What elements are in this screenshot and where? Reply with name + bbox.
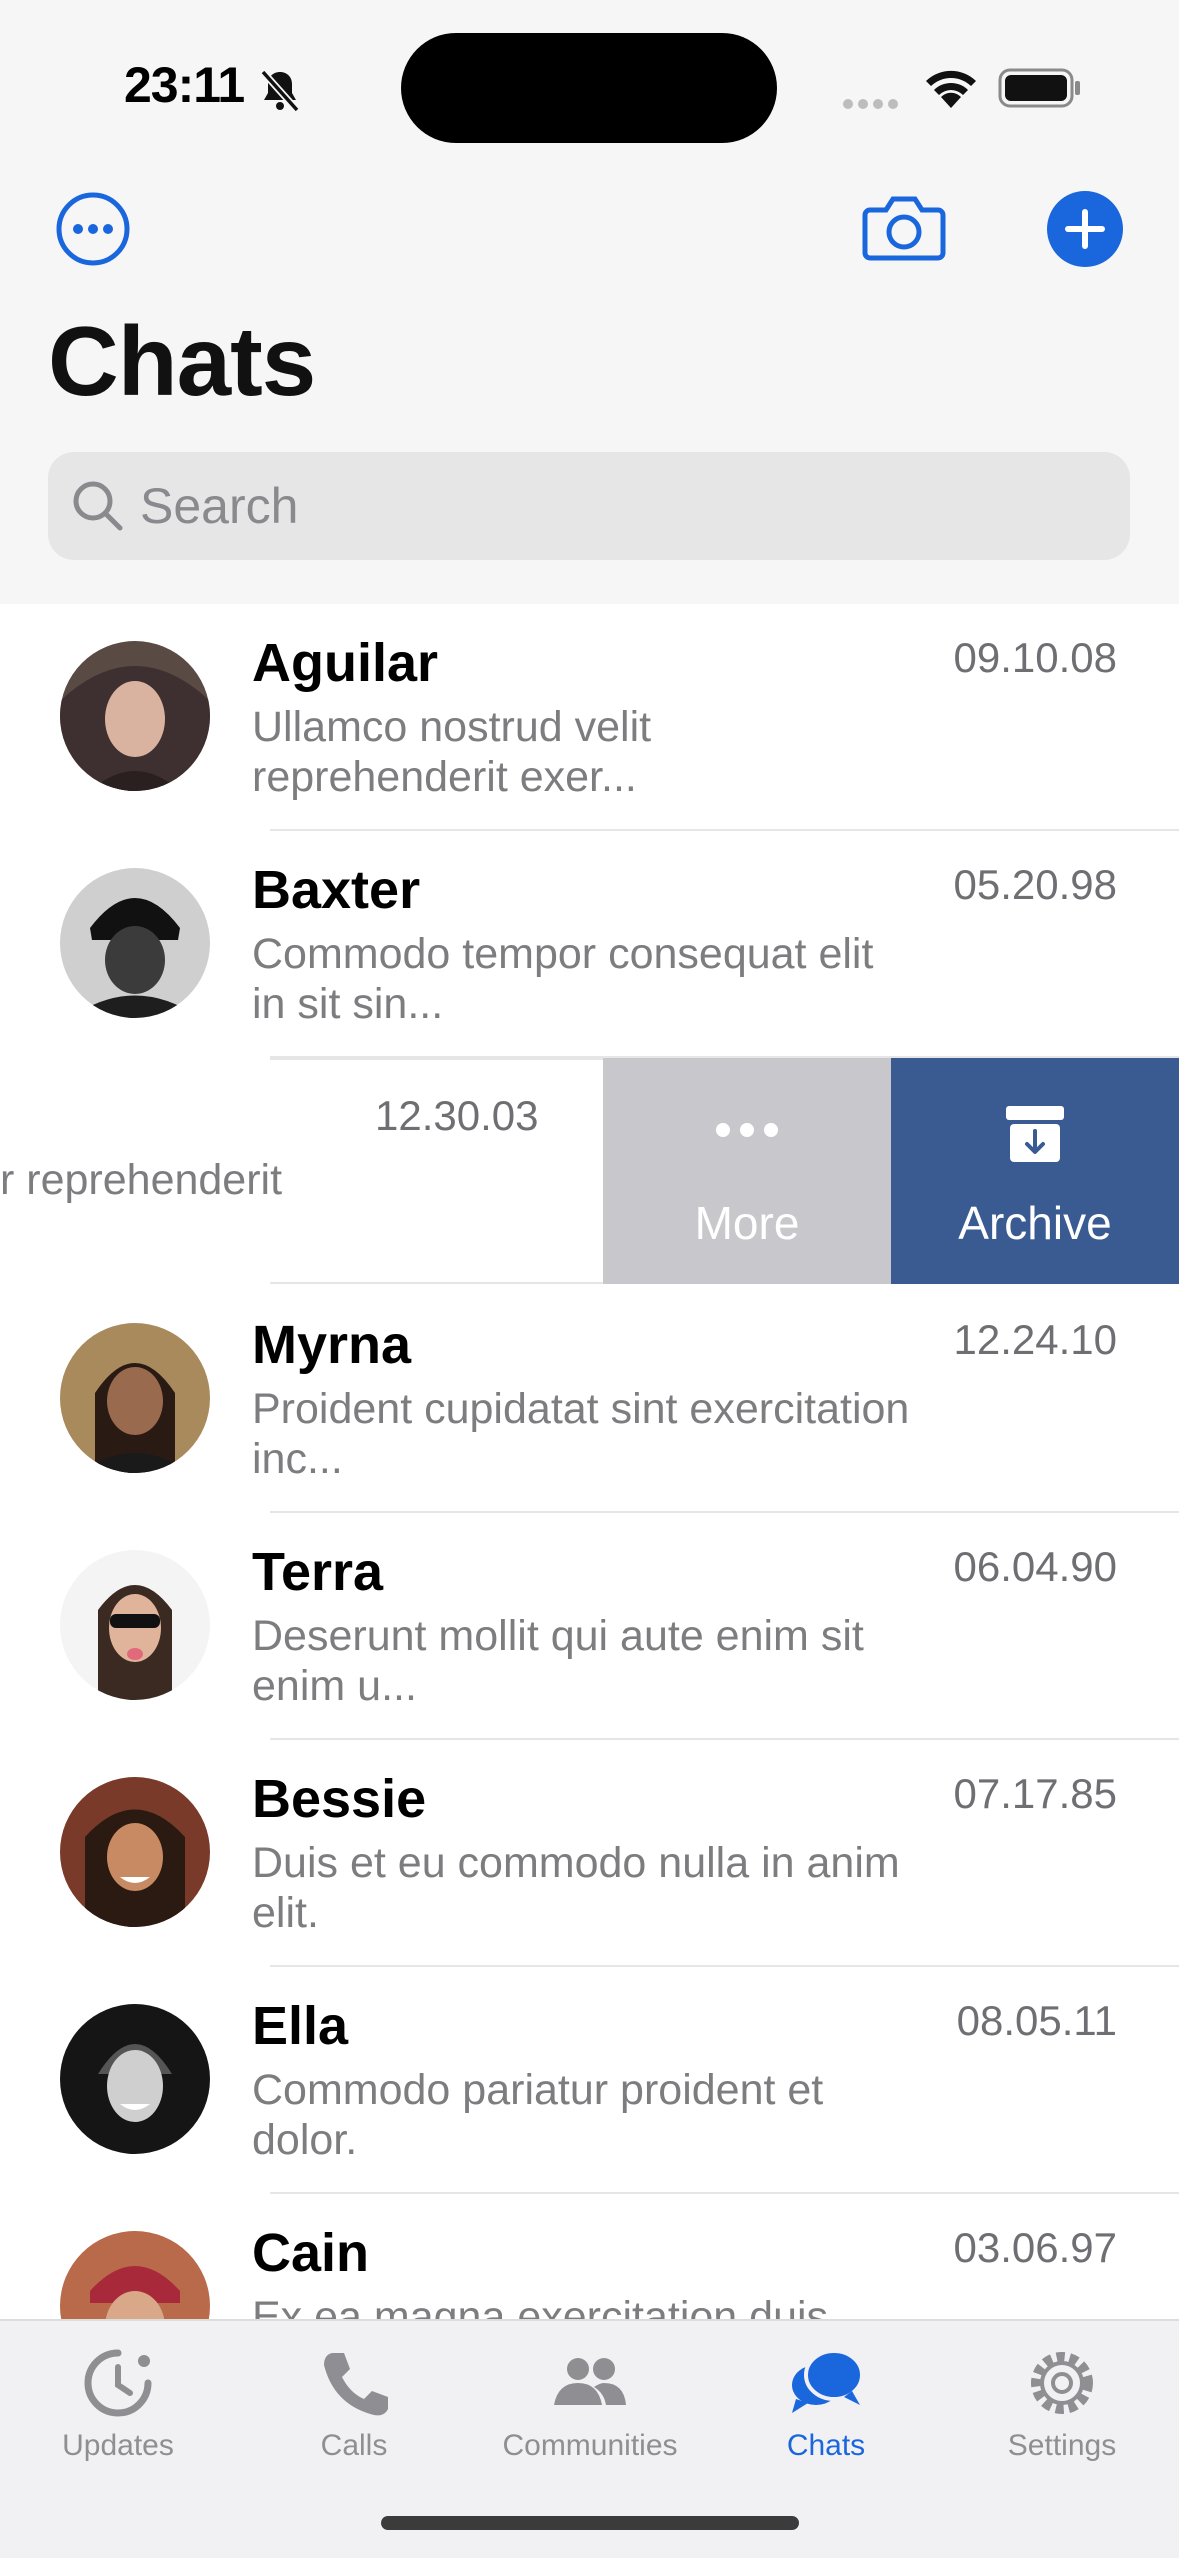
- chat-row-ella[interactable]: Ella Commodo pariatur proident et dolor.…: [0, 1967, 1179, 2194]
- chat-preview: Commodo pariatur proident et dolor.: [252, 2066, 824, 2164]
- tab-label: Updates: [62, 2429, 174, 2462]
- chat-row-bessie[interactable]: Bessie Duis et eu commodo nulla in anim …: [0, 1740, 1179, 1967]
- phone-icon: [324, 2353, 388, 2416]
- swipe-more-label: More: [694, 1197, 800, 1249]
- chat-name: Terra: [252, 1542, 384, 1602]
- chat-name: Ella: [252, 1996, 349, 2056]
- gear-icon: [1031, 2352, 1093, 2414]
- chat-row-swiped[interactable]: 12.30.03 r reprehenderit More Archive: [0, 1058, 1179, 1284]
- archive-icon: [1006, 1106, 1064, 1162]
- chat-preview: Duis et eu commodo nulla in anim elit.: [252, 1839, 900, 1937]
- search-input[interactable]: Search: [140, 452, 298, 560]
- tab-label: Settings: [1007, 2429, 1117, 2462]
- chat-time: 07.17.85: [953, 1770, 1118, 1817]
- chat-time: 12.30.03: [375, 1092, 539, 1139]
- tab-chats[interactable]: Chats: [708, 2321, 944, 2491]
- chat-name: Aguilar: [252, 633, 439, 693]
- wifi-icon: [926, 70, 976, 108]
- page-title: Chats: [48, 306, 316, 416]
- more-options-icon[interactable]: [54, 190, 132, 268]
- chat-row-terra[interactable]: Terra Deserunt mollit qui aute enim sit …: [0, 1513, 1179, 1740]
- swipe-more-button[interactable]: More: [603, 1058, 891, 1284]
- chat-name: Baxter: [252, 860, 421, 920]
- search-bar[interactable]: Search: [48, 452, 1130, 560]
- chat-preview: Proident cupidatat sint exercitation inc…: [252, 1385, 910, 1483]
- battery-icon: [998, 68, 1080, 108]
- divider: [270, 1058, 604, 1060]
- cellular-signal-icon: [843, 96, 903, 114]
- avatar: [60, 641, 210, 791]
- search-icon: [73, 481, 123, 531]
- tab-label: Communities: [502, 2429, 678, 2462]
- chat-time: 06.04.90: [953, 1543, 1118, 1590]
- chat-time: 12.24.10: [953, 1316, 1118, 1363]
- chat-row-myrna[interactable]: Myrna Proident cupidatat sint exercitati…: [0, 1286, 1179, 1513]
- avatar: [60, 2004, 210, 2154]
- chat-preview: Ullamco nostrud velit reprehenderit exer…: [252, 703, 652, 801]
- updates-icon: [84, 2349, 152, 2417]
- chat-name: Cain: [252, 2223, 370, 2283]
- communities-icon: [554, 2358, 626, 2405]
- chat-time: 03.06.97: [953, 2224, 1118, 2271]
- chat-name: Myrna: [252, 1315, 412, 1375]
- chat-preview: r reprehenderit: [0, 1156, 283, 1204]
- bell-slash-icon: [260, 69, 300, 113]
- swipe-archive-label: Archive: [958, 1197, 1112, 1249]
- chat-row-aguilar[interactable]: Aguilar Ullamco nostrud velit reprehende…: [0, 604, 1179, 831]
- divider: [270, 1282, 604, 1284]
- tab-updates[interactable]: Updates: [0, 2321, 236, 2491]
- ellipsis-icon: [716, 1123, 778, 1137]
- avatar: [60, 868, 210, 1018]
- avatar: [60, 1323, 210, 1473]
- tab-label: Calls: [320, 2429, 388, 2462]
- avatar: [60, 1550, 210, 1700]
- chats-icon: [792, 2349, 864, 2413]
- tab-label: Chats: [786, 2429, 866, 2462]
- tab-communities[interactable]: Communities: [472, 2321, 708, 2491]
- tab-settings[interactable]: Settings: [944, 2321, 1179, 2491]
- dynamic-island: [401, 33, 777, 143]
- chat-preview: Commodo tempor consequat elit in sit sin…: [252, 930, 874, 1028]
- chat-time: 09.10.08: [953, 634, 1118, 681]
- chat-time: 08.05.11: [956, 1997, 1117, 2044]
- chat-preview: Deserunt mollit qui aute enim sit enim u…: [252, 1612, 864, 1710]
- swipe-archive-button[interactable]: Archive: [891, 1058, 1179, 1284]
- avatar: [60, 1777, 210, 1927]
- new-chat-button[interactable]: [1046, 190, 1124, 268]
- tab-calls[interactable]: Calls: [236, 2321, 472, 2491]
- status-time: 23:11: [124, 57, 245, 113]
- chat-row-baxter[interactable]: Baxter Commodo tempor consequat elit in …: [0, 831, 1179, 1058]
- camera-icon[interactable]: [862, 192, 946, 264]
- chat-name: Bessie: [252, 1769, 427, 1829]
- home-indicator[interactable]: [381, 2516, 799, 2530]
- chat-time: 05.20.98: [953, 861, 1118, 908]
